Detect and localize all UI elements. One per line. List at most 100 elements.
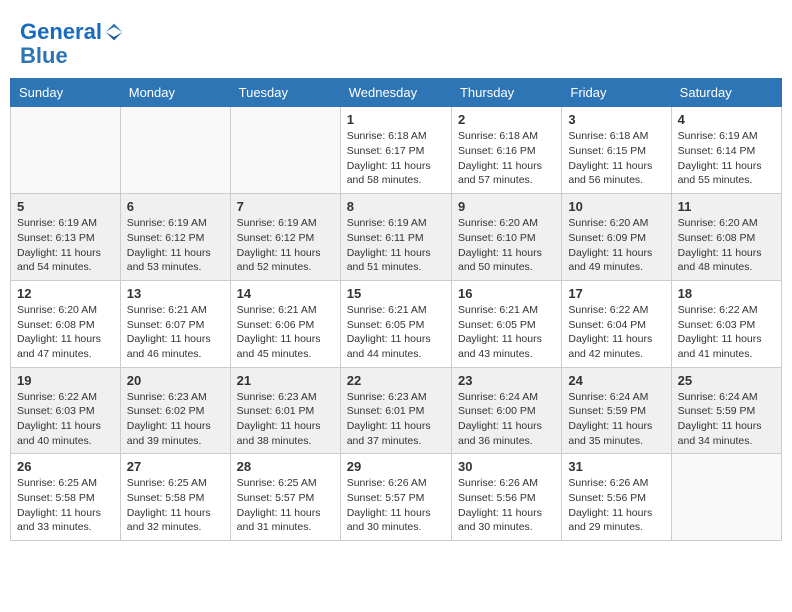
day-number: 12: [17, 286, 114, 301]
day-info: Sunrise: 6:19 AM Sunset: 6:12 PM Dayligh…: [127, 216, 224, 275]
day-info: Sunrise: 6:21 AM Sunset: 6:06 PM Dayligh…: [237, 303, 334, 362]
day-number: 10: [568, 199, 664, 214]
day-number: 8: [347, 199, 445, 214]
calendar-day-28: 28 Sunrise: 6:25 AM Sunset: 5:57 PM Dayli…: [230, 454, 340, 541]
calendar-week-row: 26 Sunrise: 6:25 AM Sunset: 5:58 PM Dayli…: [11, 454, 782, 541]
calendar-day-10: 10 Sunrise: 6:20 AM Sunset: 6:09 PM Dayli…: [562, 194, 671, 281]
day-header-thursday: Thursday: [451, 79, 561, 107]
calendar-week-row: 1Sunrise: 6:18 AM Sunset: 6:17 PM Daylig…: [11, 107, 782, 194]
calendar-day-25: 25 Sunrise: 6:24 AM Sunset: 5:59 PM Dayli…: [671, 367, 781, 454]
day-info: Sunrise: 6:18 AM Sunset: 6:16 PM Dayligh…: [458, 129, 555, 188]
day-info: Sunrise: 6:20 AM Sunset: 6:08 PM Dayligh…: [17, 303, 114, 362]
calendar-day-23: 23 Sunrise: 6:24 AM Sunset: 6:00 PM Dayli…: [451, 367, 561, 454]
day-info: Sunrise: 6:21 AM Sunset: 6:05 PM Dayligh…: [458, 303, 555, 362]
day-info: Sunrise: 6:19 AM Sunset: 6:13 PM Dayligh…: [17, 216, 114, 275]
day-number: 31: [568, 459, 664, 474]
logo-icon: [104, 22, 124, 42]
calendar-day-13: 13Sunrise: 6:21 AM Sunset: 6:07 PM Dayli…: [120, 280, 230, 367]
day-info: Sunrise: 6:25 AM Sunset: 5:58 PM Dayligh…: [17, 476, 114, 535]
calendar-day-7: 7Sunrise: 6:19 AM Sunset: 6:12 PM Daylig…: [230, 194, 340, 281]
calendar-empty-cell: [230, 107, 340, 194]
calendar-day-8: 8 Sunrise: 6:19 AM Sunset: 6:11 PM Daylig…: [340, 194, 451, 281]
day-info: Sunrise: 6:22 AM Sunset: 6:03 PM Dayligh…: [17, 390, 114, 449]
day-number: 19: [17, 373, 114, 388]
day-info: Sunrise: 6:20 AM Sunset: 6:09 PM Dayligh…: [568, 216, 664, 275]
day-info: Sunrise: 6:24 AM Sunset: 5:59 PM Dayligh…: [678, 390, 775, 449]
calendar-day-1: 1Sunrise: 6:18 AM Sunset: 6:17 PM Daylig…: [340, 107, 451, 194]
day-number: 11: [678, 199, 775, 214]
day-number: 15: [347, 286, 445, 301]
day-header-wednesday: Wednesday: [340, 79, 451, 107]
calendar-day-24: 24Sunrise: 6:24 AM Sunset: 5:59 PM Dayli…: [562, 367, 671, 454]
day-number: 21: [237, 373, 334, 388]
day-info: Sunrise: 6:21 AM Sunset: 6:07 PM Dayligh…: [127, 303, 224, 362]
day-info: Sunrise: 6:24 AM Sunset: 6:00 PM Dayligh…: [458, 390, 555, 449]
day-header-sunday: Sunday: [11, 79, 121, 107]
day-info: Sunrise: 6:25 AM Sunset: 5:58 PM Dayligh…: [127, 476, 224, 535]
calendar-day-22: 22 Sunrise: 6:23 AM Sunset: 6:01 PM Dayli…: [340, 367, 451, 454]
day-number: 5: [17, 199, 114, 214]
day-number: 6: [127, 199, 224, 214]
day-header-monday: Monday: [120, 79, 230, 107]
calendar-day-18: 18 Sunrise: 6:22 AM Sunset: 6:03 PM Dayli…: [671, 280, 781, 367]
calendar-day-16: 16 Sunrise: 6:21 AM Sunset: 6:05 PM Dayli…: [451, 280, 561, 367]
calendar-empty-cell: [11, 107, 121, 194]
calendar-day-17: 17 Sunrise: 6:22 AM Sunset: 6:04 PM Dayli…: [562, 280, 671, 367]
calendar-day-5: 5 Sunrise: 6:19 AM Sunset: 6:13 PM Daylig…: [11, 194, 121, 281]
day-number: 14: [237, 286, 334, 301]
calendar-day-14: 14 Sunrise: 6:21 AM Sunset: 6:06 PM Dayli…: [230, 280, 340, 367]
day-number: 22: [347, 373, 445, 388]
calendar-day-9: 9Sunrise: 6:20 AM Sunset: 6:10 PM Daylig…: [451, 194, 561, 281]
day-number: 9: [458, 199, 555, 214]
calendar-day-3: 3Sunrise: 6:18 AM Sunset: 6:15 PM Daylig…: [562, 107, 671, 194]
calendar-day-15: 15Sunrise: 6:21 AM Sunset: 6:05 PM Dayli…: [340, 280, 451, 367]
day-info: Sunrise: 6:20 AM Sunset: 6:08 PM Dayligh…: [678, 216, 775, 275]
calendar-week-row: 19 Sunrise: 6:22 AM Sunset: 6:03 PM Dayli…: [11, 367, 782, 454]
day-info: Sunrise: 6:24 AM Sunset: 5:59 PM Dayligh…: [568, 390, 664, 449]
calendar-day-19: 19 Sunrise: 6:22 AM Sunset: 6:03 PM Dayli…: [11, 367, 121, 454]
day-info: Sunrise: 6:23 AM Sunset: 6:02 PM Dayligh…: [127, 390, 224, 449]
day-info: Sunrise: 6:19 AM Sunset: 6:14 PM Dayligh…: [678, 129, 775, 188]
calendar-day-29: 29Sunrise: 6:26 AM Sunset: 5:57 PM Dayli…: [340, 454, 451, 541]
day-info: Sunrise: 6:25 AM Sunset: 5:57 PM Dayligh…: [237, 476, 334, 535]
logo: General Blue: [20, 20, 124, 68]
day-number: 23: [458, 373, 555, 388]
day-number: 20: [127, 373, 224, 388]
calendar-week-row: 12 Sunrise: 6:20 AM Sunset: 6:08 PM Dayli…: [11, 280, 782, 367]
day-info: Sunrise: 6:18 AM Sunset: 6:17 PM Dayligh…: [347, 129, 445, 188]
day-number: 28: [237, 459, 334, 474]
day-number: 27: [127, 459, 224, 474]
calendar-day-6: 6 Sunrise: 6:19 AM Sunset: 6:12 PM Daylig…: [120, 194, 230, 281]
day-info: Sunrise: 6:26 AM Sunset: 5:57 PM Dayligh…: [347, 476, 445, 535]
day-number: 25: [678, 373, 775, 388]
day-number: 2: [458, 112, 555, 127]
day-header-saturday: Saturday: [671, 79, 781, 107]
day-info: Sunrise: 6:22 AM Sunset: 6:04 PM Dayligh…: [568, 303, 664, 362]
calendar-day-2: 2 Sunrise: 6:18 AM Sunset: 6:16 PM Daylig…: [451, 107, 561, 194]
day-number: 7: [237, 199, 334, 214]
calendar-day-12: 12 Sunrise: 6:20 AM Sunset: 6:08 PM Dayli…: [11, 280, 121, 367]
day-number: 26: [17, 459, 114, 474]
logo-text: General: [20, 20, 102, 44]
calendar-day-21: 21 Sunrise: 6:23 AM Sunset: 6:01 PM Dayli…: [230, 367, 340, 454]
page-header: General Blue: [10, 10, 782, 73]
calendar-empty-cell: [671, 454, 781, 541]
day-header-friday: Friday: [562, 79, 671, 107]
calendar-empty-cell: [120, 107, 230, 194]
calendar-day-4: 4 Sunrise: 6:19 AM Sunset: 6:14 PM Daylig…: [671, 107, 781, 194]
day-number: 3: [568, 112, 664, 127]
day-info: Sunrise: 6:19 AM Sunset: 6:11 PM Dayligh…: [347, 216, 445, 275]
day-info: Sunrise: 6:23 AM Sunset: 6:01 PM Dayligh…: [347, 390, 445, 449]
day-number: 30: [458, 459, 555, 474]
day-header-tuesday: Tuesday: [230, 79, 340, 107]
calendar-day-11: 11 Sunrise: 6:20 AM Sunset: 6:08 PM Dayli…: [671, 194, 781, 281]
day-number: 17: [568, 286, 664, 301]
day-number: 16: [458, 286, 555, 301]
day-info: Sunrise: 6:23 AM Sunset: 6:01 PM Dayligh…: [237, 390, 334, 449]
day-number: 4: [678, 112, 775, 127]
day-info: Sunrise: 6:22 AM Sunset: 6:03 PM Dayligh…: [678, 303, 775, 362]
calendar-day-31: 31Sunrise: 6:26 AM Sunset: 5:56 PM Dayli…: [562, 454, 671, 541]
calendar-day-30: 30Sunrise: 6:26 AM Sunset: 5:56 PM Dayli…: [451, 454, 561, 541]
calendar-table: SundayMondayTuesdayWednesdayThursdayFrid…: [10, 78, 782, 541]
day-number: 18: [678, 286, 775, 301]
